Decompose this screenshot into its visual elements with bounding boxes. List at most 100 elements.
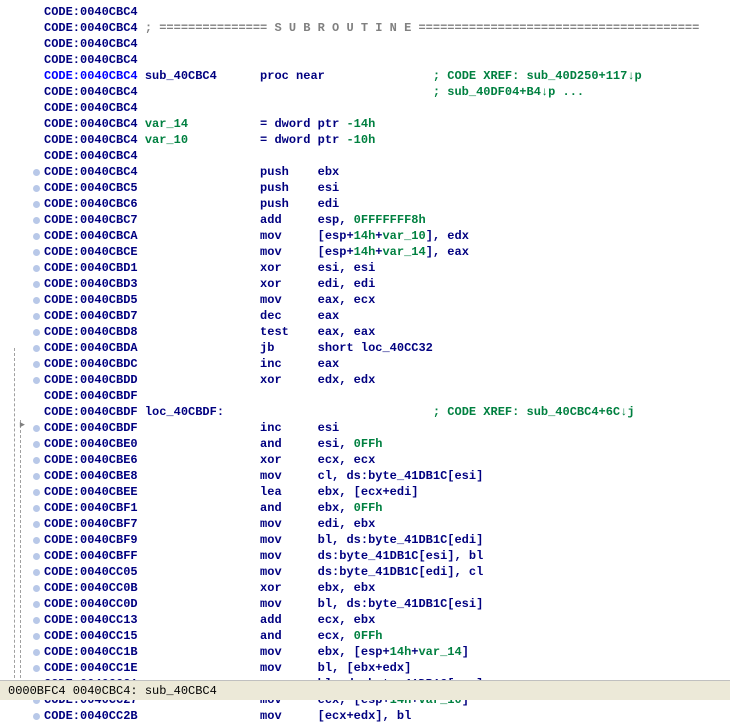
token-var: -14h xyxy=(346,116,375,132)
token-mnemonic: push edi xyxy=(138,196,340,212)
breakpoint-dot-icon[interactable] xyxy=(33,665,40,672)
breakpoint-dot-icon[interactable] xyxy=(33,537,40,544)
breakpoint-dot-icon[interactable] xyxy=(33,169,40,176)
segment-addr: CODE:0040CC13 xyxy=(44,612,138,628)
breakpoint-dot-icon[interactable] xyxy=(33,361,40,368)
segment-addr: CODE:0040CBEE xyxy=(44,484,138,500)
asm-line[interactable]: CODE:0040CBC4 xyxy=(0,100,730,116)
asm-line[interactable]: CODE:0040CBC6 push edi xyxy=(0,196,730,212)
gutter xyxy=(0,313,44,320)
gutter xyxy=(0,601,44,608)
token-mnemonic: ], eax xyxy=(426,244,469,260)
breakpoint-dot-icon[interactable] xyxy=(33,425,40,432)
breakpoint-dot-icon[interactable] xyxy=(33,505,40,512)
gutter xyxy=(0,265,44,272)
segment-addr: CODE:0040CC1B xyxy=(44,644,138,660)
breakpoint-dot-icon[interactable] xyxy=(33,185,40,192)
asm-line[interactable]: CODE:0040CBC4 xyxy=(0,148,730,164)
token-var: var_14 xyxy=(418,644,461,660)
segment-addr: CODE:0040CC05 xyxy=(44,564,138,580)
asm-line[interactable]: CODE:0040CBC7 add esp, 0FFFFFFF8h xyxy=(0,212,730,228)
asm-line[interactable]: CODE:0040CC2B mov [ecx+edx], bl xyxy=(0,708,730,724)
breakpoint-dot-icon[interactable] xyxy=(33,377,40,384)
asm-line[interactable]: CODE:0040CBF1 and ebx, 0FFh xyxy=(0,500,730,516)
breakpoint-dot-icon[interactable] xyxy=(33,713,40,720)
segment-addr: CODE:0040CBC6 xyxy=(44,196,138,212)
asm-line[interactable]: CODE:0040CBD1 xor esi, esi xyxy=(0,260,730,276)
asm-line[interactable]: CODE:0040CBFF mov ds:byte_41DB1C[esi], b… xyxy=(0,548,730,564)
token-mnemonic: mov [esp+ xyxy=(138,244,354,260)
asm-line[interactable]: CODE:0040CBC4 xyxy=(0,4,730,20)
asm-line[interactable]: CODE:0040CBCA mov [esp+14h+var_10], edx xyxy=(0,228,730,244)
token-mnemonic: [esi], bl xyxy=(418,548,483,564)
asm-line[interactable]: CODE:0040CBC5 push esi xyxy=(0,180,730,196)
segment-addr: CODE:0040CBC4 xyxy=(44,116,138,132)
breakpoint-dot-icon[interactable] xyxy=(33,617,40,624)
breakpoint-dot-icon[interactable] xyxy=(33,569,40,576)
gutter xyxy=(0,233,44,240)
token-xref: ; sub_40DF04+B4↓p ... xyxy=(433,84,584,100)
asm-line[interactable]: CODE:0040CBEE lea ebx, [ecx+edi] xyxy=(0,484,730,500)
asm-line[interactable]: CODE:0040CC1B mov ebx, [esp+14h+var_14] xyxy=(0,644,730,660)
breakpoint-dot-icon[interactable] xyxy=(33,553,40,560)
asm-line[interactable]: CODE:0040CC1E mov bl, [ebx+edx] xyxy=(0,660,730,676)
token-mnemonic: + xyxy=(375,228,382,244)
breakpoint-dot-icon[interactable] xyxy=(33,585,40,592)
breakpoint-dot-icon[interactable] xyxy=(33,601,40,608)
disassembly-listing[interactable]: CODE:0040CBC4CODE:0040CBC4 ; ===========… xyxy=(0,0,730,724)
asm-line[interactable]: CODE:0040CBC4 ; =============== S U B R … xyxy=(0,20,730,36)
asm-line[interactable]: CODE:0040CBC4 xyxy=(0,52,730,68)
asm-line[interactable]: CODE:0040CC0D mov bl, ds:byte_41DB1C[esi… xyxy=(0,596,730,612)
asm-line[interactable]: CODE:0040CBE6 xor ecx, ecx xyxy=(0,452,730,468)
asm-line[interactable]: CODE:0040CBC4 var_14 = dword ptr -14h xyxy=(0,116,730,132)
asm-line[interactable]: CODE:0040CBF7 mov edi, ebx xyxy=(0,516,730,532)
asm-line[interactable]: CODE:0040CBC4 sub_40CBC4 proc near ; COD… xyxy=(0,68,730,84)
token-proc: dword ptr xyxy=(274,132,346,148)
asm-line[interactable]: CODE:0040CC0B xor ebx, ebx xyxy=(0,580,730,596)
asm-line[interactable]: CODE:0040CBDD xor edx, edx xyxy=(0,372,730,388)
asm-line[interactable]: CODE:0040CBD7 dec eax xyxy=(0,308,730,324)
breakpoint-dot-icon[interactable] xyxy=(33,633,40,640)
asm-line[interactable]: CODE:0040CBCE mov [esp+14h+var_14], eax xyxy=(0,244,730,260)
breakpoint-dot-icon[interactable] xyxy=(33,441,40,448)
asm-line[interactable]: CODE:0040CC15 and ecx, 0FFh xyxy=(0,628,730,644)
asm-line[interactable]: CODE:0040CBD3 xor edi, edi xyxy=(0,276,730,292)
asm-line[interactable]: CODE:0040CBDA jb short loc_40CC32 xyxy=(0,340,730,356)
asm-line[interactable]: CODE:0040CBF9 mov bl, ds:byte_41DB1C[edi… xyxy=(0,532,730,548)
asm-line[interactable]: CODE:0040CC13 add ecx, ebx xyxy=(0,612,730,628)
gutter xyxy=(0,361,44,368)
asm-line[interactable]: CODE:0040CBD8 test eax, eax xyxy=(0,324,730,340)
asm-line[interactable]: CODE:0040CBDF loc_40CBDF: ; CODE XREF: s… xyxy=(0,404,730,420)
asm-line[interactable]: CODE:0040CBC4 var_10 = dword ptr -10h xyxy=(0,132,730,148)
asm-line[interactable]: CODE:0040CBDC inc eax xyxy=(0,356,730,372)
asm-line[interactable]: CODE:0040CBC4 push ebx xyxy=(0,164,730,180)
breakpoint-dot-icon[interactable] xyxy=(33,281,40,288)
breakpoint-dot-icon[interactable] xyxy=(33,297,40,304)
asm-line[interactable]: CODE:0040CBD5 mov eax, ecx xyxy=(0,292,730,308)
breakpoint-dot-icon[interactable] xyxy=(33,345,40,352)
token-mnemonic: mov eax, ecx xyxy=(138,292,376,308)
token-num: 0FFh xyxy=(354,628,383,644)
breakpoint-dot-icon[interactable] xyxy=(33,329,40,336)
asm-line[interactable]: CODE:0040CC05 mov ds:byte_41DB1C[edi], c… xyxy=(0,564,730,580)
breakpoint-dot-icon[interactable] xyxy=(33,457,40,464)
asm-line[interactable]: CODE:0040CBC4 xyxy=(0,36,730,52)
breakpoint-dot-icon[interactable] xyxy=(33,249,40,256)
asm-line[interactable]: CODE:0040CBDF inc esi xyxy=(0,420,730,436)
breakpoint-dot-icon[interactable] xyxy=(33,473,40,480)
breakpoint-dot-icon[interactable] xyxy=(33,649,40,656)
breakpoint-dot-icon[interactable] xyxy=(33,233,40,240)
breakpoint-dot-icon[interactable] xyxy=(33,521,40,528)
gutter xyxy=(0,553,44,560)
asm-line[interactable]: CODE:0040CBDF xyxy=(0,388,730,404)
breakpoint-dot-icon[interactable] xyxy=(33,201,40,208)
asm-line[interactable]: CODE:0040CBE0 and esi, 0FFh xyxy=(0,436,730,452)
breakpoint-dot-icon[interactable] xyxy=(33,265,40,272)
asm-line[interactable]: CODE:0040CBC4 ; sub_40DF04+B4↓p ... xyxy=(0,84,730,100)
asm-line[interactable]: CODE:0040CBE8 mov cl, ds:byte_41DB1C[esi… xyxy=(0,468,730,484)
segment-addr: CODE:0040CBDD xyxy=(44,372,138,388)
breakpoint-dot-icon[interactable] xyxy=(33,217,40,224)
breakpoint-dot-icon[interactable] xyxy=(33,313,40,320)
gutter xyxy=(0,537,44,544)
breakpoint-dot-icon[interactable] xyxy=(33,489,40,496)
